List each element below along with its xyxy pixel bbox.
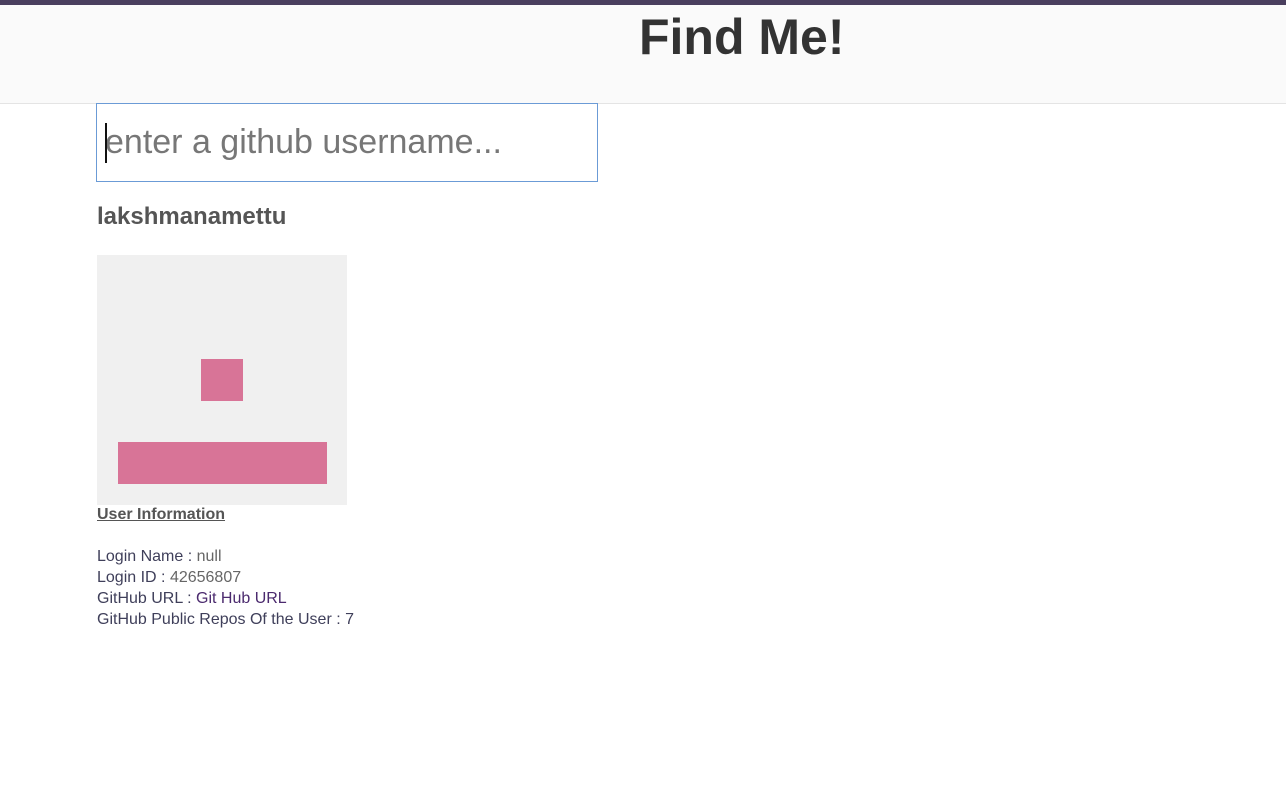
public-repos-value: 7 [345, 611, 355, 628]
page-header: Find Me! [0, 5, 1286, 104]
user-info-heading: User Information [97, 506, 226, 523]
login-name-row: Login Name : null [97, 546, 697, 567]
profile-username: lakshmanamettu [97, 203, 287, 230]
identicon-block [118, 442, 327, 484]
login-id-label: Login ID : [97, 569, 170, 586]
identicon-block [201, 359, 243, 401]
github-url-label: GitHub URL : [97, 590, 196, 607]
login-id-row: Login ID : 42656807 [97, 567, 697, 588]
text-caret [105, 123, 107, 163]
avatar-identicon-icon [97, 255, 347, 505]
login-id-value: 42656807 [169, 569, 242, 586]
login-name-label: Login Name : [97, 548, 197, 565]
github-url-link[interactable]: Git Hub URL [196, 590, 287, 607]
user-info-panel: User Information Login Name : null Login… [97, 504, 697, 630]
github-url-row: GitHub URL : Git Hub URL [97, 588, 697, 609]
public-repos-row: GitHub Public Repos Of the User : 7 [97, 609, 697, 630]
username-search-input[interactable] [96, 103, 598, 182]
page-title: Find Me! [639, 9, 845, 65]
login-name-value: null [196, 548, 222, 565]
public-repos-label: GitHub Public Repos Of the User : [97, 611, 346, 628]
